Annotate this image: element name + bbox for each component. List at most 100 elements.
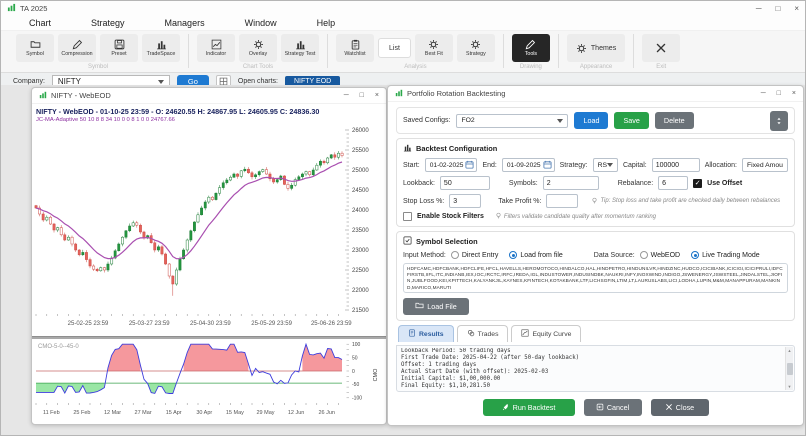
- toolbar-button-preset[interactable]: Preset: [100, 34, 138, 62]
- strategy-select[interactable]: RSI Oversold: [593, 158, 618, 172]
- toolbar-group-label: Symbol: [88, 64, 108, 70]
- chevron-down-icon: [607, 163, 613, 167]
- lookback-input[interactable]: [440, 176, 490, 190]
- toolbar-button-tradespace[interactable]: TradeSpace: [142, 34, 180, 62]
- svg-text:0: 0: [352, 369, 355, 375]
- toolbar-button-best-fit[interactable]: Best Fit: [415, 34, 453, 62]
- load-config-button[interactable]: Load: [574, 112, 608, 129]
- app-titlebar: TA 2025 ─ □ ×: [1, 1, 805, 15]
- app-maximize-button[interactable]: □: [775, 4, 780, 13]
- delete-config-button[interactable]: Delete: [655, 112, 694, 129]
- preset-icon: [114, 39, 125, 50]
- capital-input[interactable]: [652, 158, 700, 172]
- svg-text:24500: 24500: [352, 188, 369, 194]
- toolbar-button-label: Best Fit: [425, 51, 443, 57]
- scrollbar-thumb[interactable]: [787, 363, 793, 375]
- toolbar-button-strategy-test[interactable]: Strategy Test: [281, 34, 319, 62]
- rebalance-input[interactable]: [658, 176, 688, 190]
- toolbar-button-compression[interactable]: Compression: [58, 34, 96, 62]
- menu-item-strategy[interactable]: Strategy: [91, 18, 147, 28]
- toolbar-button-symbol[interactable]: Symbol: [16, 34, 54, 62]
- end-date-input[interactable]: 01-09-2025: [502, 158, 555, 172]
- svg-text:50: 50: [352, 355, 358, 361]
- toolbar-button-list[interactable]: List: [378, 38, 411, 58]
- svg-text:25-04-30 23:59: 25-04-30 23:59: [190, 321, 231, 327]
- toolbar-button-exit[interactable]: [642, 34, 680, 62]
- results-scrollbar[interactable]: ▲ ▼: [785, 347, 793, 390]
- saved-configs-label: Saved Configs:: [403, 117, 450, 124]
- close-button[interactable]: Close: [651, 399, 709, 416]
- start-date-input[interactable]: 01-02-2025: [425, 158, 478, 172]
- bar-chart-icon: [295, 39, 306, 50]
- toolbar-button-tools[interactable]: Tools: [512, 34, 550, 62]
- toolbar-separator: [188, 34, 189, 68]
- tab-label: Results: [419, 331, 444, 338]
- menu-item-chart[interactable]: Chart: [29, 18, 73, 28]
- svg-text:100: 100: [352, 342, 361, 348]
- use-offset-checkbox[interactable]: [693, 179, 702, 188]
- chart-minimize-button[interactable]: ─: [344, 92, 349, 99]
- svg-text:29 May: 29 May: [256, 410, 274, 416]
- capital-label: Capital:: [623, 162, 647, 169]
- dialog-maximize-button[interactable]: □: [777, 90, 781, 97]
- save-config-button[interactable]: Save: [614, 112, 648, 129]
- dialog-close-button[interactable]: ×: [792, 90, 796, 97]
- take-profit-input[interactable]: [546, 194, 578, 208]
- data-source-radio-webeod[interactable]: [640, 251, 648, 259]
- document-icon: [408, 329, 416, 339]
- chart-window-icon: [39, 91, 47, 101]
- toolbar-button-watchlist[interactable]: Watchlist: [336, 34, 374, 62]
- toolbar-button-overlay[interactable]: Overlay: [239, 34, 277, 62]
- allocation-select[interactable]: Fixed Amou: [742, 158, 788, 172]
- menu-item-help[interactable]: Help: [317, 18, 358, 28]
- dialog-minimize-button[interactable]: ─: [761, 90, 766, 97]
- bar-chart-icon: [156, 39, 167, 50]
- svg-text:25-02-25 23:59: 25-02-25 23:59: [68, 321, 109, 327]
- menu-item-managers[interactable]: Managers: [165, 18, 227, 28]
- svg-text:26000: 26000: [352, 128, 369, 134]
- toolbar-button-label: Tools: [525, 51, 537, 57]
- stop-loss-input[interactable]: [449, 194, 481, 208]
- svg-text:25 Feb: 25 Feb: [73, 410, 90, 416]
- tab-equity-curve[interactable]: Equity Curve: [511, 325, 581, 342]
- data-source-radio-live-trading-mode[interactable]: [691, 251, 699, 259]
- chart-close-button[interactable]: ×: [375, 92, 379, 99]
- take-profit-label: Take Profit %:: [498, 198, 541, 205]
- enable-stock-filters-checkbox[interactable]: [403, 212, 412, 221]
- input-method-radio-direct-entry[interactable]: [451, 251, 459, 259]
- backtest-dialog: Portfolio Rotation Backtesting ─ □ × Sav…: [387, 85, 804, 426]
- toolbar-button-themes[interactable]: Themes: [567, 34, 625, 62]
- tab-results[interactable]: Results: [398, 325, 454, 342]
- app-minimize-button[interactable]: ─: [756, 4, 762, 13]
- symbols-textarea[interactable]: HDFCAMC,HDFCBANK,HDFCLIFE,HFCL,HAVELLS,H…: [403, 263, 788, 293]
- toolbar-button-indicator[interactable]: Indicator: [197, 34, 235, 62]
- svg-text:26 Jun: 26 Jun: [318, 410, 335, 416]
- toolbar-separator: [503, 34, 504, 68]
- app-close-button[interactable]: ×: [794, 4, 799, 13]
- chart-maximize-button[interactable]: □: [360, 92, 364, 99]
- data-source-label-live-trading-mode: Live Trading Mode: [702, 252, 760, 259]
- toolbar-button-strategy[interactable]: Strategy: [457, 34, 495, 62]
- candlestick-chart[interactable]: 2600025500250002450024000235002300022500…: [32, 126, 384, 331]
- dialog-titlebar: Portfolio Rotation Backtesting ─ □ ×: [388, 86, 803, 102]
- load-file-button[interactable]: Load File: [403, 298, 469, 315]
- scroll-up-icon[interactable]: ▲: [788, 348, 792, 353]
- collapse-panel-button[interactable]: [770, 111, 788, 131]
- svg-text:15 Apr: 15 Apr: [166, 410, 182, 416]
- svg-text:CMO-5-0--45-0: CMO-5-0--45-0: [38, 344, 79, 350]
- tab-trades[interactable]: Trades: [457, 325, 509, 342]
- symbols-input[interactable]: [543, 176, 599, 190]
- run-backtest-button[interactable]: Run Backtest: [483, 399, 575, 416]
- menu-item-window[interactable]: Window: [245, 18, 299, 28]
- desktop-area: NIFTY - WebEOD ─ □ × NIFTY - WebEOD - 01…: [1, 85, 805, 435]
- symbol-selection-title: Symbol Selection: [416, 237, 478, 246]
- toolbar-group-chart-tools: IndicatorOverlayStrategy TestChart Tools: [192, 34, 324, 70]
- cmo-indicator-chart[interactable]: CMO-5-0--45-0100500-50-100CMO11 Feb25 Fe…: [32, 339, 384, 425]
- scroll-down-icon[interactable]: ▼: [788, 384, 792, 389]
- saved-configs-select[interactable]: FO2: [456, 114, 568, 128]
- cancel-button[interactable]: Cancel: [584, 399, 642, 416]
- input-method-radio-load-from-file[interactable]: [509, 251, 517, 259]
- dialog-title: Portfolio Rotation Backtesting: [407, 89, 505, 98]
- toolbar-button-label: Symbol: [26, 51, 44, 57]
- pencil-icon: [525, 39, 536, 50]
